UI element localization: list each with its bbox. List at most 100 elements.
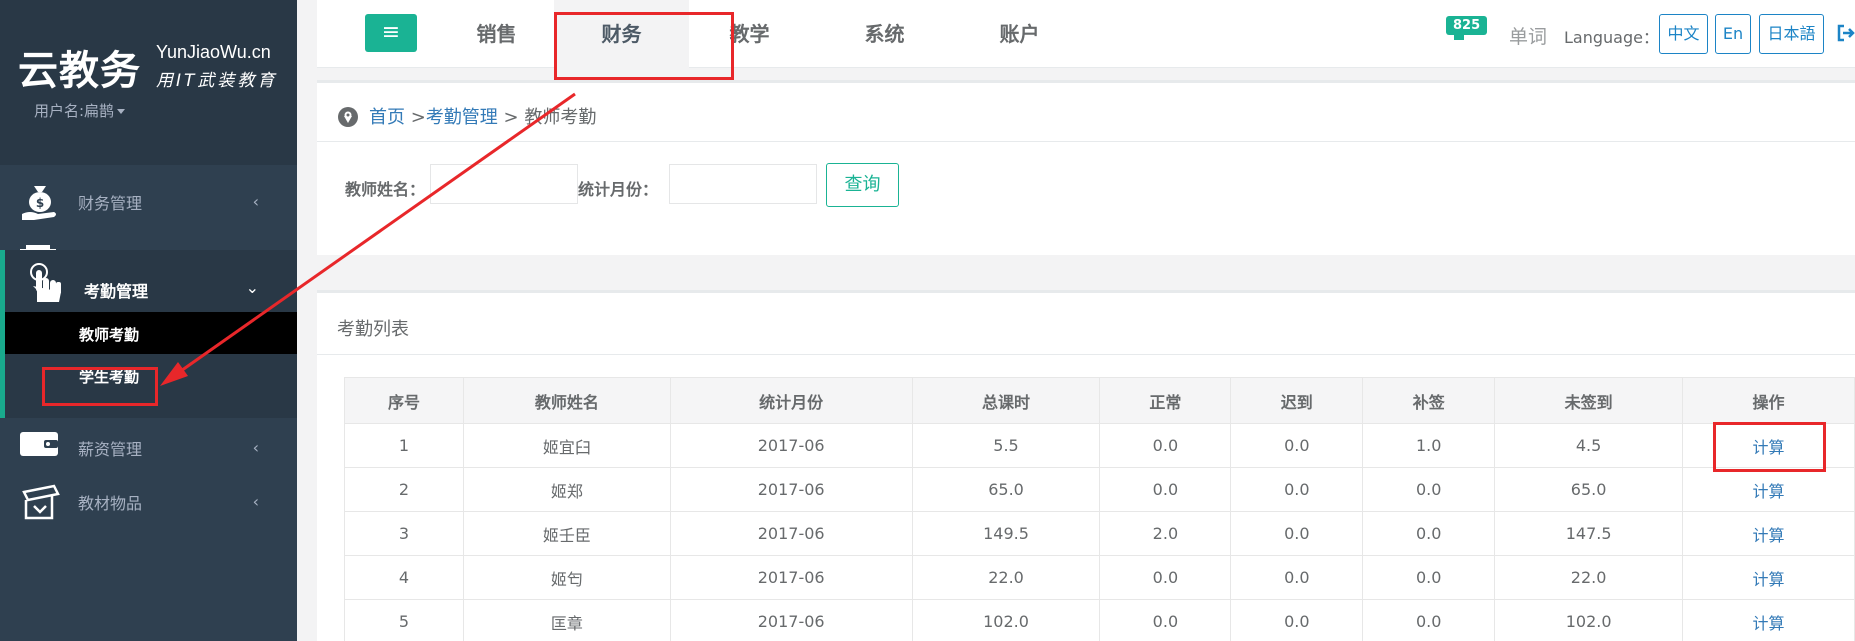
divider — [317, 354, 1855, 355]
table-cell: 2017-06 — [669, 467, 913, 512]
lang-english-button[interactable]: En — [1715, 14, 1751, 54]
table-cell: 2017-06 — [669, 423, 913, 468]
table-cell: 姬匄 — [462, 555, 671, 600]
divider — [317, 141, 1855, 142]
sidebar-subitem-label: 教师考勤 — [79, 326, 140, 344]
table-header-row: 序号 教师姓名 统计月份 总课时 正常 迟到 补签 未签到 操作 — [344, 377, 1855, 424]
calculate-link[interactable]: 计算 — [1682, 599, 1855, 641]
table-cell: 4.5 — [1494, 423, 1684, 468]
tab-sales[interactable]: 销售 — [429, 0, 564, 68]
table-cell: 0.0 — [1099, 423, 1232, 468]
language-label: Language： — [1564, 28, 1659, 47]
sidebar-header: 云教务 YunJiaoWu.cn 用IT武装教育 用户名:扁鹊 — [0, 0, 297, 165]
attendance-table: 序号 教师姓名 统计月份 总课时 正常 迟到 补签 未签到 操作 1 姬宜臼 2… — [344, 377, 1855, 641]
column-header: 统计月份 — [669, 377, 913, 424]
chevron-left-icon: ‹ — [252, 438, 259, 457]
table-cell: 0.0 — [1362, 599, 1496, 641]
table-cell: 2 — [344, 467, 464, 512]
table-cell: 匡章 — [462, 599, 671, 641]
breadcrumb-separator: > — [497, 107, 525, 128]
menu-toggle-button[interactable]: ≡ — [365, 14, 417, 52]
lang-chinese-button[interactable]: 中文 — [1659, 14, 1708, 54]
annotation-box-calculate — [1713, 422, 1826, 472]
table-cell: 22.0 — [1494, 555, 1684, 600]
sidebar-subitem-teacher-attendance[interactable]: 教师考勤 — [5, 312, 297, 354]
column-header: 总课时 — [911, 377, 1101, 424]
table-cell: 2017-06 — [669, 555, 913, 600]
sidebar-item-label: 薪资管理 — [78, 440, 143, 459]
breadcrumb-separator: > — [405, 107, 426, 128]
column-header: 迟到 — [1230, 377, 1364, 424]
table-cell: 147.5 — [1494, 511, 1684, 556]
sidebar-item-materials[interactable]: 教材物品 ‹ — [0, 470, 297, 532]
sidebar-item-salary[interactable]: 薪资管理 ‹ — [0, 416, 297, 478]
top-navbar: ≡ 销售 财务 教学 系统 账户 825 单词 Language： 中文 En … — [317, 0, 1855, 68]
table-cell: 0.0 — [1099, 599, 1232, 641]
column-header: 未签到 — [1494, 377, 1684, 424]
sidebar-item-finance[interactable]: $ 财务管理 ‹ — [0, 170, 297, 232]
calculate-link[interactable]: 计算 — [1682, 511, 1855, 556]
column-header: 正常 — [1099, 377, 1232, 424]
caret-down-icon — [117, 109, 126, 114]
column-header: 序号 — [344, 377, 464, 424]
teacher-name-label: 教师姓名： — [345, 180, 426, 199]
table-cell: 0.0 — [1099, 467, 1232, 512]
lang-japanese-button[interactable]: 日本語 — [1759, 14, 1824, 54]
annotation-box-finance-tab — [554, 12, 734, 80]
wallet-icon — [20, 432, 58, 456]
table-cell: 3 — [344, 511, 464, 556]
calculate-link[interactable]: 计算 — [1682, 555, 1855, 600]
table-cell: 0.0 — [1362, 467, 1496, 512]
user-menu[interactable]: 用户名:扁鹊 — [34, 100, 126, 121]
money-bag-icon: $ — [22, 186, 56, 220]
table-cell: 65.0 — [1494, 467, 1684, 512]
chevron-down-icon: ⌄ — [245, 278, 259, 297]
table-cell: 5.5 — [911, 423, 1101, 468]
breadcrumb-home-link[interactable]: 首页 — [369, 107, 405, 128]
table-cell: 0.0 — [1230, 555, 1364, 600]
table-cell: 149.5 — [911, 511, 1101, 556]
breadcrumb-section-link[interactable]: 考勤管理 — [426, 107, 498, 128]
table-cell: 0.0 — [1230, 423, 1364, 468]
sidebar-item-label: 考勤管理 — [84, 282, 149, 301]
breadcrumb-current: 教师考勤 — [524, 107, 597, 128]
table-cell: 2.0 — [1099, 511, 1232, 556]
table-cell: 5 — [344, 599, 464, 641]
box-icon — [22, 484, 60, 520]
table-cell: 0.0 — [1230, 467, 1364, 512]
table-cell: 0.0 — [1362, 555, 1496, 600]
column-header: 补签 — [1362, 377, 1496, 424]
table-row: 5 匡章 2017-06 102.0 0.0 0.0 0.0 102.0 计算 — [344, 599, 1855, 641]
month-label: 统计月份： — [578, 180, 659, 199]
teacher-name-input[interactable] — [430, 164, 578, 204]
table-cell: 0.0 — [1362, 511, 1496, 556]
logo-domain: YunJiaoWu.cn — [156, 42, 271, 62]
table-cell: 2017-06 — [669, 511, 913, 556]
hand-touch-icon — [30, 263, 61, 302]
tab-account[interactable]: 账户 — [952, 0, 1087, 68]
column-header: 操作 — [1682, 377, 1855, 424]
table-row: 2 姬郑 2017-06 65.0 0.0 0.0 0.0 65.0 计算 — [344, 467, 1855, 512]
vocabulary-link[interactable]: 单词 — [1509, 22, 1547, 49]
chevron-left-icon: ‹ — [252, 192, 259, 211]
notification-badge[interactable]: 825 — [1446, 16, 1488, 35]
annotation-box-teacher-attendance — [42, 367, 158, 406]
table-cell: 2017-06 — [669, 599, 913, 641]
hamburger-icon: ≡ — [381, 20, 401, 45]
month-input[interactable] — [669, 164, 817, 204]
panel-title: 考勤列表 — [337, 319, 409, 340]
search-panel: 首页 >考勤管理 > 教师考勤 教师姓名： 统计月份： 查询 — [317, 80, 1855, 255]
sidebar: 云教务 YunJiaoWu.cn 用IT武装教育 用户名:扁鹊 $ 财务管理 ‹… — [0, 0, 297, 641]
query-button[interactable]: 查询 — [826, 163, 899, 207]
chevron-left-icon: ‹ — [252, 492, 259, 511]
calculate-link[interactable]: 计算 — [1682, 467, 1855, 512]
table-row: 3 姬壬臣 2017-06 149.5 2.0 0.0 0.0 147.5 计算 — [344, 511, 1855, 556]
tab-system[interactable]: 系统 — [817, 0, 952, 68]
table-cell: 姬壬臣 — [462, 511, 671, 556]
table-cell: 102.0 — [1494, 599, 1684, 641]
attendance-list-panel: 考勤列表 序号 教师姓名 统计月份 总课时 正常 迟到 补签 未签到 操作 1 … — [317, 290, 1855, 641]
logo-slogan: 用IT武装教育 — [156, 71, 278, 91]
table-row: 1 姬宜臼 2017-06 5.5 0.0 0.0 1.0 4.5 计算 — [344, 423, 1855, 468]
user-name-label: 用户名:扁鹊 — [34, 102, 115, 120]
logout-icon[interactable] — [1837, 24, 1855, 42]
